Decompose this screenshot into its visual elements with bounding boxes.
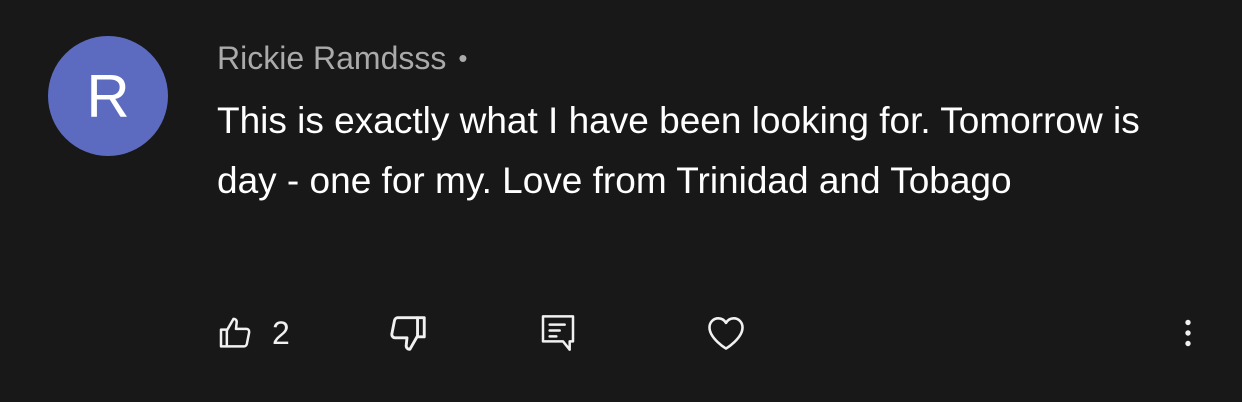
avatar-letter: R (86, 62, 130, 130)
avatar[interactable]: R (48, 36, 168, 156)
like-count: 2 (272, 314, 290, 351)
comment-header: Rickie Ramdsss • (217, 38, 467, 78)
comment-text: This is exactly what I have been looking… (217, 100, 1140, 201)
comment-actions: 2 (0, 305, 1242, 361)
thumbs-down-icon (384, 310, 430, 356)
reply-button[interactable] (538, 305, 578, 361)
heart-icon (704, 311, 748, 355)
author-name[interactable]: Rickie Ramdsss (217, 40, 446, 77)
comment-item: R Rickie Ramdsss • This is exactly what … (0, 0, 1242, 402)
header-separator: • (458, 42, 468, 73)
comment-icon (538, 311, 578, 355)
heart-button[interactable] (704, 305, 748, 361)
more-options-button[interactable] (1170, 305, 1206, 361)
dislike-button[interactable] (384, 305, 430, 361)
more-vertical-icon (1170, 313, 1206, 353)
thumbs-up-icon (216, 313, 256, 353)
like-button[interactable]: 2 (216, 305, 290, 361)
